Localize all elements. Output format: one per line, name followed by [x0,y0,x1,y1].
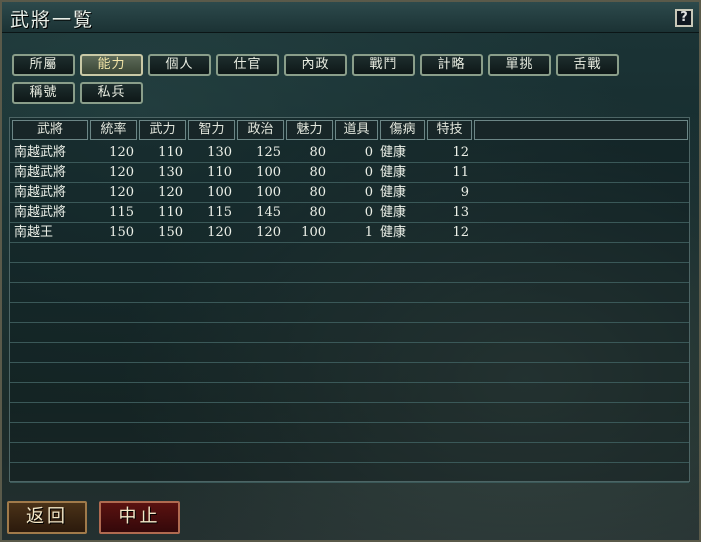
row-divider [10,302,689,303]
cell-charm: 80 [309,205,326,220]
cell-intelligence: 130 [207,145,232,160]
window-title: 武將一覧 [10,9,95,31]
row-divider [10,282,689,283]
header-leadership[interactable]: 統率 [90,120,137,140]
cell-injury: 健康 [380,145,407,160]
cell-intelligence: 100 [207,185,232,200]
cell-items: 0 [364,205,373,220]
back-button[interactable]: 返回 [7,501,87,534]
cell-skills: 11 [452,165,469,180]
row-divider [10,382,689,383]
header-war[interactable]: 武力 [139,120,186,140]
cell-injury: 健康 [380,165,407,180]
row-divider [10,182,689,183]
cell-charm: 80 [309,185,326,200]
header-skills[interactable]: 特技 [427,120,472,140]
cell-leadership: 120 [109,145,134,160]
cell-officer: 南越武將 [14,205,67,220]
table-row[interactable]: 南越武將 115 110 115 145 80 0 健康 13 [10,203,689,223]
tab-duel[interactable]: 單挑 [488,54,551,76]
cell-injury: 健康 [380,205,407,220]
cell-officer: 南越武將 [14,185,67,200]
row-divider [10,342,689,343]
tab-strategy[interactable]: 計略 [420,54,483,76]
tab-private-army[interactable]: 私兵 [80,82,143,104]
cell-war: 130 [158,165,183,180]
cell-intelligence: 110 [207,165,232,180]
cell-politics: 100 [256,165,281,180]
officer-list-window: 武將一覧 ? 所屬 能力 個人 仕官 內政 戰鬥 計略 單挑 舌戰 稱號 私兵 … [0,0,701,542]
table-row[interactable]: 南越王 150 150 120 120 100 1 健康 12 [10,223,689,243]
cell-officer: 南越武將 [14,165,67,180]
tab-abilities[interactable]: 能力 [80,54,143,76]
cell-items: 0 [364,165,373,180]
row-divider [10,362,689,363]
cell-politics: 125 [256,145,281,160]
cell-charm: 80 [309,145,326,160]
cell-skills: 13 [452,205,469,220]
row-divider [10,322,689,323]
row-divider [10,262,689,263]
tab-titles[interactable]: 稱號 [12,82,75,104]
cell-intelligence: 115 [207,205,232,220]
officer-table: 武將 統率 武力 智力 政治 魅力 道具 傷病 特技 南越武將 120 110 130… [9,117,690,483]
row-divider [10,462,689,463]
row-divider [10,202,689,203]
cell-leadership: 120 [109,165,134,180]
stop-button[interactable]: 中止 [99,501,180,534]
cell-items: 0 [364,185,373,200]
tab-affiliation[interactable]: 所屬 [12,54,75,76]
header-injury[interactable]: 傷病 [380,120,425,140]
row-divider [10,242,689,243]
row-divider [10,162,689,163]
table-header: 武將 統率 武力 智力 政治 魅力 道具 傷病 特技 [10,118,689,142]
tab-debate[interactable]: 舌戰 [556,54,619,76]
cell-skills: 12 [452,225,469,240]
cell-leadership: 115 [109,205,134,220]
cell-war: 110 [158,205,183,220]
tab-personal[interactable]: 個人 [148,54,211,76]
cell-war: 150 [158,225,183,240]
tab-battle[interactable]: 戰鬥 [352,54,415,76]
header-blank [474,120,688,140]
cell-intelligence: 120 [207,225,232,240]
cell-injury: 健康 [380,185,407,200]
cell-officer: 南越王 [14,225,54,240]
cell-politics: 145 [256,205,281,220]
row-divider [10,402,689,403]
table-row[interactable]: 南越武將 120 120 100 100 80 0 健康 9 [10,183,689,203]
cell-politics: 120 [256,225,281,240]
cell-leadership: 150 [109,225,134,240]
cell-skills: 12 [452,145,469,160]
cell-items: 1 [364,225,373,240]
header-charm[interactable]: 魅力 [286,120,333,140]
tab-service[interactable]: 仕官 [216,54,279,76]
cell-items: 0 [364,145,373,160]
title-bar: 武將一覧 ? [2,2,699,33]
row-divider [10,422,689,423]
row-divider [10,442,689,443]
header-politics[interactable]: 政治 [237,120,284,140]
cell-war: 120 [158,185,183,200]
help-button[interactable]: ? [675,9,693,27]
cell-injury: 健康 [380,225,407,240]
row-divider [10,222,689,223]
cell-officer: 南越武將 [14,145,67,160]
cell-charm: 80 [309,165,326,180]
cell-war: 110 [158,145,183,160]
header-intelligence[interactable]: 智力 [188,120,235,140]
tab-domestic[interactable]: 內政 [284,54,347,76]
cell-leadership: 120 [109,185,134,200]
header-items[interactable]: 道具 [335,120,378,140]
table-row[interactable]: 南越武將 120 130 110 100 80 0 健康 11 [10,163,689,183]
table-row[interactable]: 南越武將 120 110 130 125 80 0 健康 12 [10,143,689,163]
row-divider [10,482,689,483]
cell-charm: 100 [301,225,326,240]
cell-skills: 9 [460,185,469,200]
cell-politics: 100 [256,185,281,200]
header-officer[interactable]: 武將 [12,120,88,140]
